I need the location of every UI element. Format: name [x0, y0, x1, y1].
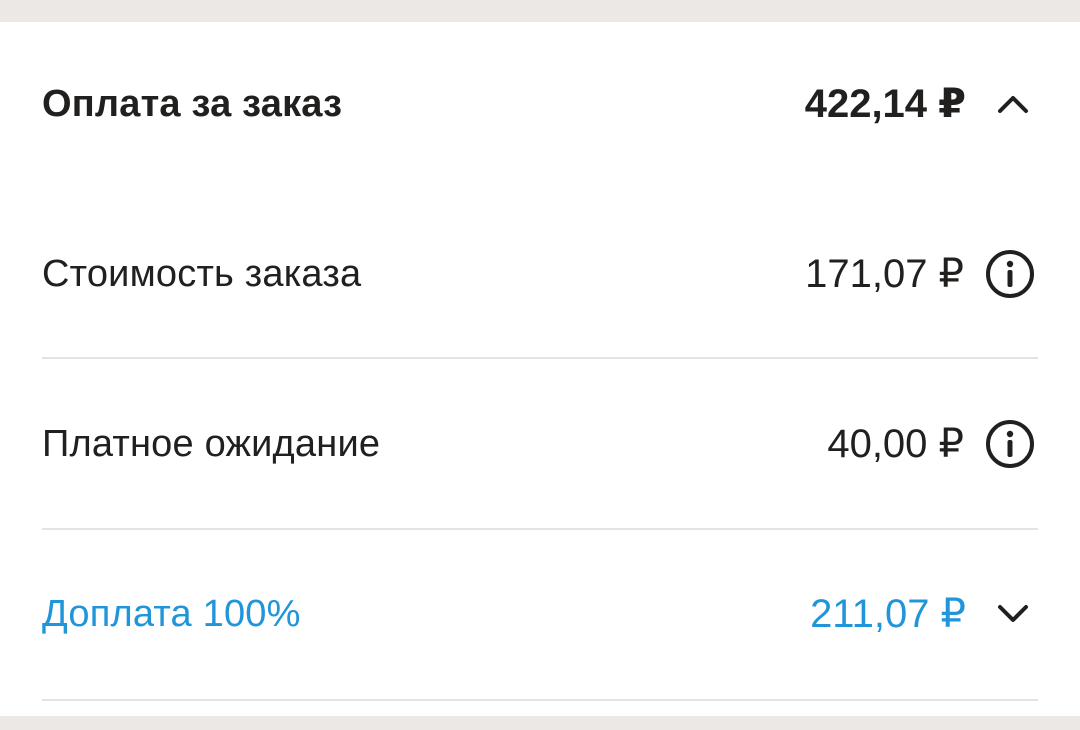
line-item-label: Платное ожидание	[42, 422, 381, 465]
chevron-up-icon[interactable]	[988, 76, 1038, 132]
chevron-down-icon[interactable]	[988, 586, 1038, 642]
divider	[42, 699, 1038, 701]
payment-title: Оплата за заказ	[42, 82, 343, 125]
line-item-paid-waiting: Платное ожидание 40,00 ₽	[42, 414, 1038, 474]
divider	[42, 528, 1038, 530]
line-item-amount: 40,00 ₽	[827, 422, 964, 466]
payment-total-group: 422,14 ₽	[805, 76, 1038, 132]
divider	[42, 357, 1038, 359]
info-icon[interactable]	[982, 246, 1038, 302]
line-item-label: Стоимость заказа	[42, 252, 362, 295]
info-icon[interactable]	[982, 416, 1038, 472]
payment-total: 422,14 ₽	[804, 82, 966, 126]
line-item-amount: 171,07 ₽	[805, 252, 964, 296]
payment-summary-header[interactable]: Оплата за заказ 422,14 ₽	[42, 74, 1038, 134]
line-item-surcharge[interactable]: Доплата 100% 211,07 ₽	[42, 584, 1038, 644]
line-item-amount: 211,07 ₽	[810, 592, 966, 636]
line-item-order-cost: Стоимость заказа 171,07 ₽	[42, 244, 1038, 304]
payment-card: Оплата за заказ 422,14 ₽ Стоимость заказ…	[0, 22, 1080, 716]
line-item-label: Доплата 100%	[42, 592, 301, 635]
